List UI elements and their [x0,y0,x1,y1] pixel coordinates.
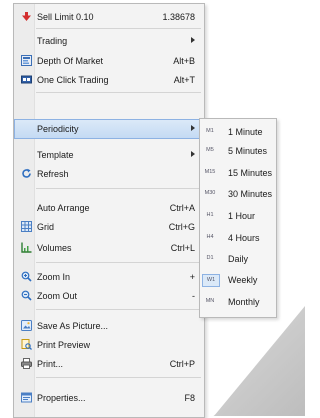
period-code-badge: H1 [206,212,214,218]
menu-item-zoom-in[interactable]: Zoom In + [15,268,203,286]
menu-separator [36,262,201,263]
print-preview-icon [21,339,32,350]
one-click-trading-icon [21,74,32,85]
period-code-badge: MN [205,298,215,304]
menu-item-print-preview[interactable]: Print Preview [15,336,203,354]
period-code-badge: H4 [206,234,214,240]
submenu-arrow-icon [191,151,195,157]
period-code-badge: M15 [204,169,216,175]
period-code-badge: M30 [204,190,216,196]
period-code-badge: M5 [206,147,214,153]
depth-of-market-icon [21,55,32,66]
menu-separator [36,92,201,93]
menu-item-print[interactable]: Print... Ctrl+P [15,355,203,373]
menu-item-trading[interactable]: Trading [15,32,203,50]
menu-item-auto-arrange[interactable]: Auto Arrange Ctrl+A [15,199,203,217]
chart-context-menu: Sell Limit 0.10 1.38678 Trading Depth Of… [13,3,205,418]
periodicity-item-w1[interactable]: W1 Weekly [201,271,275,289]
menu-item-grid[interactable]: Grid Ctrl+G [15,218,203,236]
print-icon [21,358,32,369]
periodicity-item-m1[interactable]: M1 1 Minute [201,123,275,141]
menu-separator [36,377,201,378]
menu-item-periodicity[interactable]: Periodicity [14,119,204,139]
menu-item-volumes[interactable]: Volumes Ctrl+L [15,239,203,257]
refresh-icon [21,168,32,179]
menu-item-template[interactable]: Template [15,146,203,164]
period-code-badge: W1 [202,274,220,287]
periodicity-item-h1[interactable]: H1 1 Hour [201,207,275,225]
submenu-arrow-icon [191,125,195,131]
background-shape [214,306,305,416]
submenu-arrow-icon [191,37,195,43]
periodicity-item-m15[interactable]: M15 15 Minutes [201,164,275,182]
periodicity-item-m30[interactable]: M30 30 Minutes [201,185,275,203]
period-code-badge: M1 [206,128,214,134]
menu-item-zoom-out[interactable]: Zoom Out - [15,287,203,305]
save-picture-icon [21,320,32,331]
menu-separator [36,188,201,189]
menu-item-depth-of-market[interactable]: Depth Of Market Alt+B [15,52,203,70]
volumes-icon [21,242,32,253]
periodicity-item-m5[interactable]: M5 5 Minutes [201,142,275,160]
grid-icon [21,221,32,232]
menu-item-one-click-trading[interactable]: One Click Trading Alt+T [15,71,203,89]
menu-item-refresh[interactable]: Refresh [15,165,203,183]
zoom-out-icon [21,290,32,301]
menu-separator [36,309,201,310]
periodicity-item-d1[interactable]: D1 Daily [201,250,275,268]
menu-separator [36,28,201,29]
periodicity-item-h4[interactable]: H4 4 Hours [201,229,275,247]
menu-item-sell-limit[interactable]: Sell Limit 0.10 1.38678 [15,8,203,26]
periodicity-submenu: M1 1 Minute M5 5 Minutes M15 15 Minutes … [199,118,277,318]
zoom-in-icon [21,271,32,282]
sell-arrow-icon [21,11,32,22]
menu-item-save-as-picture[interactable]: Save As Picture... [15,317,203,335]
periodicity-item-mn[interactable]: MN Monthly [201,293,275,311]
menu-item-properties[interactable]: Properties... F8 [15,389,203,407]
properties-icon [21,392,32,403]
period-code-badge: D1 [206,255,214,261]
